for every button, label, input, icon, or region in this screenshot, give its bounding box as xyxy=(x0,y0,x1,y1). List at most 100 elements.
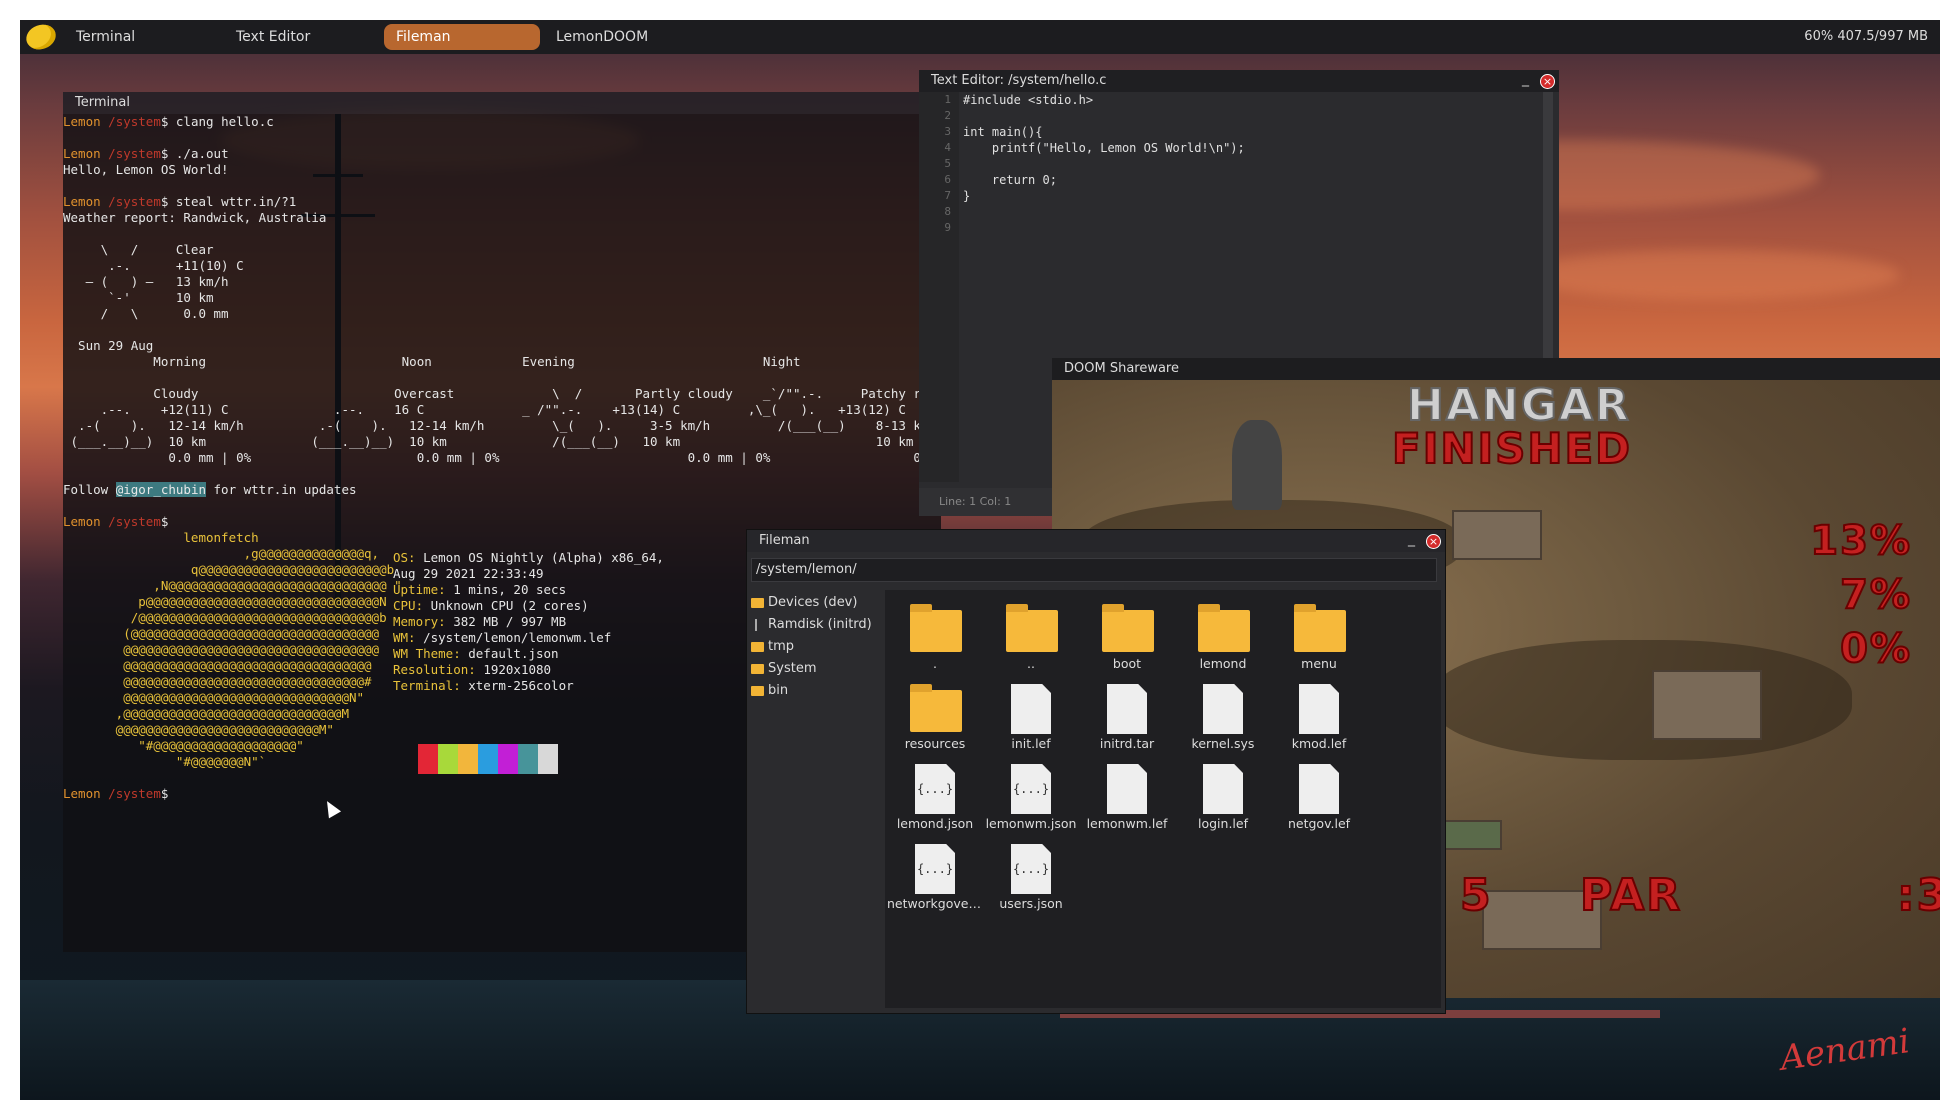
code-line: printf("Hello, Lemon OS World!\n"); xyxy=(963,141,1245,155)
file-item[interactable]: . xyxy=(887,602,983,671)
fetch-key: OS: xyxy=(393,550,416,565)
sidebar-item-system[interactable]: System xyxy=(751,658,881,680)
map-structure xyxy=(1652,670,1762,740)
taskbar: Terminal Text Editor Fileman LemonDOOM 60% … xyxy=(20,20,1940,54)
file-icon xyxy=(1100,682,1154,734)
line-number-gutter: 1 2 3 4 5 6 7 8 9 xyxy=(919,92,959,482)
file-item[interactable]: {...} lemonwm.json xyxy=(983,762,1079,831)
file-name: boot xyxy=(1112,656,1142,671)
sidebar-item-label: tmp xyxy=(768,639,795,654)
prompt-user: Lemon xyxy=(63,514,101,529)
minimize-button[interactable]: _ xyxy=(1518,72,1533,89)
wallpaper-pylon xyxy=(313,174,363,177)
taskbar-item-lemondoom[interactable]: LemonDOOM xyxy=(544,24,700,50)
terminal-titlebar[interactable]: Terminal xyxy=(63,92,941,114)
terminal-output-line: @@@@@@@@@@@@@@@@@@@@@@@@@@@M" xyxy=(63,722,334,737)
file-icon xyxy=(1292,682,1346,734)
sidebar-item-ramdisk[interactable]: Ramdisk (initrd) xyxy=(751,614,881,636)
fetch-value: 1 mins, 20 secs xyxy=(445,582,567,597)
fetch-line: Uptime: 1 mins, 20 secs xyxy=(393,582,664,598)
folder-icon xyxy=(1004,602,1058,654)
path-input[interactable]: /system/lemon/ xyxy=(751,558,1437,582)
file-item[interactable]: login.lef xyxy=(1175,762,1271,831)
file-icon xyxy=(1196,762,1250,814)
terminal-output-line: .-. +11(10) C xyxy=(63,258,244,273)
file-item[interactable]: init.lef xyxy=(983,682,1079,751)
terminal-output-line: "#@@@@@@@N"` xyxy=(63,754,267,769)
file-icon xyxy=(1292,762,1346,814)
file-item[interactable]: lemond xyxy=(1175,602,1271,671)
file-item[interactable]: {...} lemond.json xyxy=(887,762,983,831)
terminal-output-line: @@@@@@@@@@@@@@@@@@@@@@@@@@@@@@N" xyxy=(63,690,365,705)
file-item[interactable]: .. xyxy=(983,602,1079,671)
file-item[interactable]: initrd.tar xyxy=(1079,682,1175,751)
minimize-button[interactable]: _ xyxy=(1404,532,1419,549)
terminal-line: Lemon /system$ clang hello.c xyxy=(63,114,274,130)
folder-icon xyxy=(751,598,764,608)
fetch-key: Resolution: xyxy=(393,662,476,677)
file-item[interactable]: resources xyxy=(887,682,983,751)
par-value: :30 xyxy=(1896,869,1940,922)
fetch-value: default.json xyxy=(460,646,559,661)
command-text: $ xyxy=(160,514,169,529)
highlighted-handle: @igor_chubin xyxy=(115,482,206,497)
fetch-value: xterm-256color xyxy=(460,678,574,693)
file-shape xyxy=(1107,684,1147,734)
file-item[interactable]: lemonwm.lef xyxy=(1079,762,1175,831)
taskbar-item-terminal[interactable]: Terminal xyxy=(64,24,220,50)
fetch-line: Memory: 382 MB / 997 MB xyxy=(393,614,664,630)
prompt-user: Lemon xyxy=(63,194,101,209)
sidebar-item-devices[interactable]: Devices (dev) xyxy=(751,592,881,614)
file-shape xyxy=(1107,764,1147,814)
file-name: initrd.tar xyxy=(1099,736,1155,751)
sidebar-item-bin[interactable]: bin xyxy=(751,680,881,702)
terminal-output-line: ― ( ) ― 13 km/h xyxy=(63,274,229,289)
prompt-user: Lemon xyxy=(63,114,101,129)
prompt-dir: /system xyxy=(100,194,161,209)
file-item[interactable]: menu xyxy=(1271,602,1367,671)
file-item[interactable]: {...} networkgover... xyxy=(887,842,983,911)
editor-titlebar[interactable]: Text Editor: /system/hello.c _ × xyxy=(919,70,1559,92)
close-button[interactable]: × xyxy=(1540,74,1555,89)
folder-shape xyxy=(910,604,962,652)
json-shape: {...} xyxy=(915,844,955,894)
sidebar-item-tmp[interactable]: tmp xyxy=(751,636,881,658)
line-number: 1 xyxy=(944,93,951,106)
prompt-dir: /system xyxy=(100,146,161,161)
file-item[interactable]: kernel.sys xyxy=(1175,682,1271,751)
fetch-key: Terminal: xyxy=(393,678,461,693)
file-item[interactable]: boot xyxy=(1079,602,1175,671)
folder-shape xyxy=(1006,604,1058,652)
folder-icon xyxy=(1100,602,1154,654)
lemon-menu-icon[interactable] xyxy=(22,20,60,54)
sidebar-item-label: System xyxy=(768,661,817,676)
scrollbar[interactable] xyxy=(1543,92,1553,392)
code-line: int main(){ xyxy=(963,125,1043,139)
file-name: lemonwm.lef xyxy=(1086,816,1168,831)
fetch-key: Uptime: xyxy=(393,582,446,597)
terminal-output-line: Weather report: Randwick, Australia xyxy=(63,210,327,225)
terminal-line: Lemon /system$ xyxy=(63,514,168,530)
terminal-output-line: lemonfetch xyxy=(63,530,259,545)
prompt-user: Lemon xyxy=(63,146,101,161)
map-structure xyxy=(1452,510,1542,560)
file-item[interactable]: netgov.lef xyxy=(1271,762,1367,831)
fileman-titlebar[interactable]: Fileman _ × xyxy=(747,530,1445,552)
terminal-output-line: /@@@@@@@@@@@@@@@@@@@@@@@@@@@@@@@@b xyxy=(63,610,387,625)
file-item[interactable]: kmod.lef xyxy=(1271,682,1367,751)
file-item[interactable]: {...} users.json xyxy=(983,842,1079,911)
terminal-output-line: / \ 0.0 mm xyxy=(63,306,229,321)
file-name: lemond.json xyxy=(896,816,974,831)
line-number: 7 xyxy=(944,189,951,202)
doom-titlebar[interactable]: DOOM Shareware xyxy=(1052,358,1940,380)
time-value: 5 xyxy=(1459,869,1493,922)
close-button[interactable]: × xyxy=(1426,534,1441,549)
json-shape: {...} xyxy=(915,764,955,814)
fileman-window[interactable]: Fileman _ × /system/lemon/ Devices (dev)… xyxy=(746,529,1446,1014)
taskbar-item-text-editor[interactable]: Text Editor xyxy=(224,24,380,50)
file-name: networkgover... xyxy=(887,896,983,911)
taskbar-item-fileman[interactable]: Fileman xyxy=(384,24,540,50)
terminal-output-line: ,N@@@@@@@@@@@@@@@@@@@@@@@@@@@@@ " xyxy=(63,578,402,593)
